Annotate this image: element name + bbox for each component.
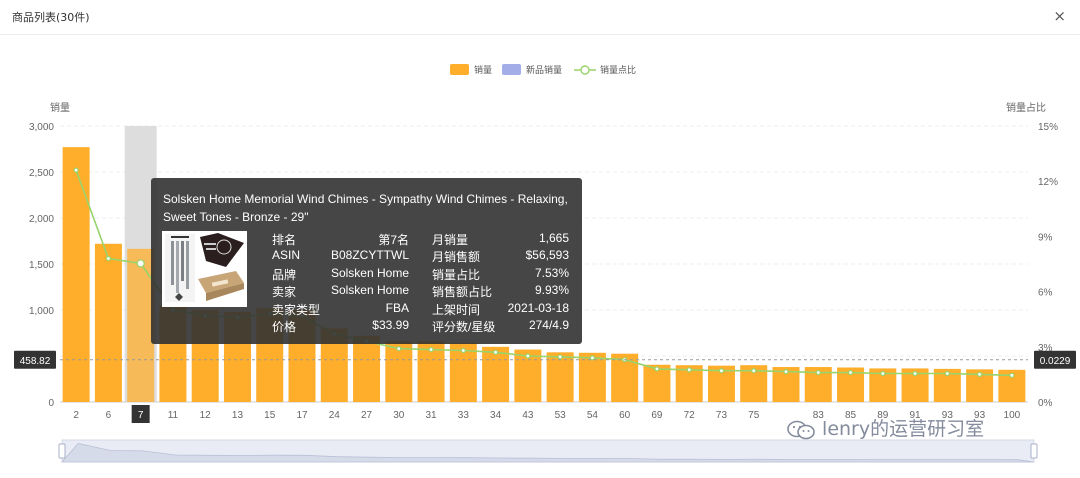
tooltip-v2: $56,593 <box>525 248 569 263</box>
legend-swatch-new-sales <box>502 64 521 75</box>
ratio-point <box>880 370 886 377</box>
crosshair-right-value: 0.0229 <box>1040 356 1071 367</box>
tooltip-v1: 第7名 <box>378 233 409 247</box>
x-tick: 15 <box>264 410 276 421</box>
x-tick: 43 <box>522 410 534 421</box>
zoom-handle-left[interactable] <box>58 443 66 459</box>
ratio-point <box>105 255 112 262</box>
x-tick: 11 <box>168 410 179 421</box>
ratio-point <box>73 167 79 173</box>
ratio-point <box>912 370 918 377</box>
tooltip-v1: B08ZCYTTWL <box>330 248 409 263</box>
product-tooltip: Solsken Home Memorial Wind Chimes - Symp… <box>151 178 582 344</box>
x-tick: 31 <box>426 410 438 421</box>
x-tick: 17 <box>296 410 308 421</box>
y-left-axis-label: 销量 <box>50 101 70 114</box>
y-right-tick: 15% <box>1038 122 1058 133</box>
legend-marker-ratio <box>580 65 590 75</box>
ratio-point <box>847 369 854 376</box>
ratio-point <box>428 346 434 353</box>
tooltip-v1: Solsken Home <box>330 265 409 280</box>
tooltip-v1: FBA <box>385 300 409 315</box>
x-tick: 27 <box>361 410 373 421</box>
ratio-point <box>751 368 757 374</box>
x-tick: 24 <box>329 410 341 421</box>
legend-swatch-sales <box>450 64 469 75</box>
y-left-tick: 3,000 <box>29 122 54 133</box>
tooltip-v1: Solsken Home <box>330 283 409 298</box>
legend-label-sales: 销量 <box>474 64 492 75</box>
legend-label-ratio: 销量点比 <box>600 64 636 75</box>
y-right-tick: 6% <box>1038 288 1053 299</box>
bar <box>353 335 381 402</box>
x-tick: 53 <box>555 410 567 421</box>
x-tick: 6 <box>106 410 112 421</box>
tooltip-v2: 9.93% <box>534 283 569 298</box>
ratio-point <box>589 355 596 361</box>
x-tick: 73 <box>716 410 728 421</box>
ratio-point <box>525 353 531 359</box>
ratio-point <box>396 346 402 352</box>
x-tick: 75 <box>748 410 760 421</box>
tooltip-v2: 2021-03-18 <box>507 300 569 315</box>
bar <box>94 243 122 402</box>
crosshair-left-value: 458.82 <box>20 356 51 367</box>
tooltip-row: 排名 第7名 月销量 1,665 <box>272 231 572 248</box>
wechat-icon <box>787 420 815 439</box>
bar <box>62 147 90 402</box>
product-thumbnail <box>162 231 247 307</box>
tooltip-row: 品牌 Solsken Home 销量占比 7.53% <box>272 266 572 283</box>
tooltip-v2: 7.53% <box>534 265 569 280</box>
x-tick: 69 <box>651 410 663 421</box>
x-tick: 30 <box>393 410 405 421</box>
x-tick: 72 <box>684 410 696 421</box>
ratio-point <box>493 349 499 355</box>
ratio-point <box>783 369 789 375</box>
x-tick: 60 <box>619 410 631 421</box>
tooltip-product-title: Solsken Home Memorial Wind Chimes - Symp… <box>163 192 568 224</box>
watermark-text: lenry的运营研习室 <box>822 418 985 440</box>
y-right-tick: 0% <box>1038 398 1053 409</box>
y-left-tick: 0 <box>48 398 54 409</box>
y-left-tick: 2,500 <box>29 168 54 179</box>
x-tick: 34 <box>490 410 502 421</box>
bar <box>482 346 510 402</box>
ratio-point <box>686 367 692 373</box>
x-tick: 54 <box>587 410 599 421</box>
tooltip-v2: 274/4.9 <box>528 317 569 332</box>
x-tick: 33 <box>458 410 470 421</box>
ratio-point <box>136 259 145 268</box>
tooltip-row: 卖家类型 FBA 上架时间 2021-03-18 <box>272 301 572 318</box>
tooltip-row: ASIN B08ZCYTTWL 月销售额 $56,593 <box>272 248 572 265</box>
ratio-point <box>944 370 950 377</box>
tooltip-v2: 1,665 <box>538 231 569 245</box>
tooltip-details: 排名 第7名 月销量 1,665 ASIN B08ZCYTTWL 月销售额 $56,593 品牌… <box>272 231 572 335</box>
ratio-point <box>654 366 660 372</box>
tooltip-row: 价格 $33.99 评分数/星级 274/4.9 <box>272 318 572 335</box>
y-left-tick: 1,000 <box>29 306 54 317</box>
tooltip-v1: $33.99 <box>372 317 409 332</box>
x-tick: 100 <box>1004 410 1021 421</box>
ratio-point <box>460 347 466 354</box>
x-tick: 7 <box>138 410 144 421</box>
tooltip-row: 卖家 Solsken Home 销售额占比 9.93% <box>272 283 572 300</box>
watermark: lenry的运营研习室 <box>786 414 984 441</box>
zoom-handle-right[interactable] <box>1030 443 1038 459</box>
x-tick: 12 <box>200 410 212 421</box>
y-left-tick: 1,500 <box>29 260 54 271</box>
ratio-point <box>976 371 983 377</box>
x-tick: 2 <box>73 410 79 421</box>
y-right-axis-label: 销量占比 <box>1006 101 1046 114</box>
ratio-point <box>557 354 563 360</box>
x-tick: 13 <box>232 410 244 421</box>
ratio-point <box>718 368 725 374</box>
y-right-tick: 12% <box>1038 177 1058 188</box>
legend-label-new-sales: 新品销量 <box>526 64 562 75</box>
y-left-tick: 2,000 <box>29 214 54 225</box>
ratio-point <box>815 369 821 376</box>
y-right-tick: 9% <box>1038 232 1053 243</box>
ratio-point <box>1009 372 1015 378</box>
